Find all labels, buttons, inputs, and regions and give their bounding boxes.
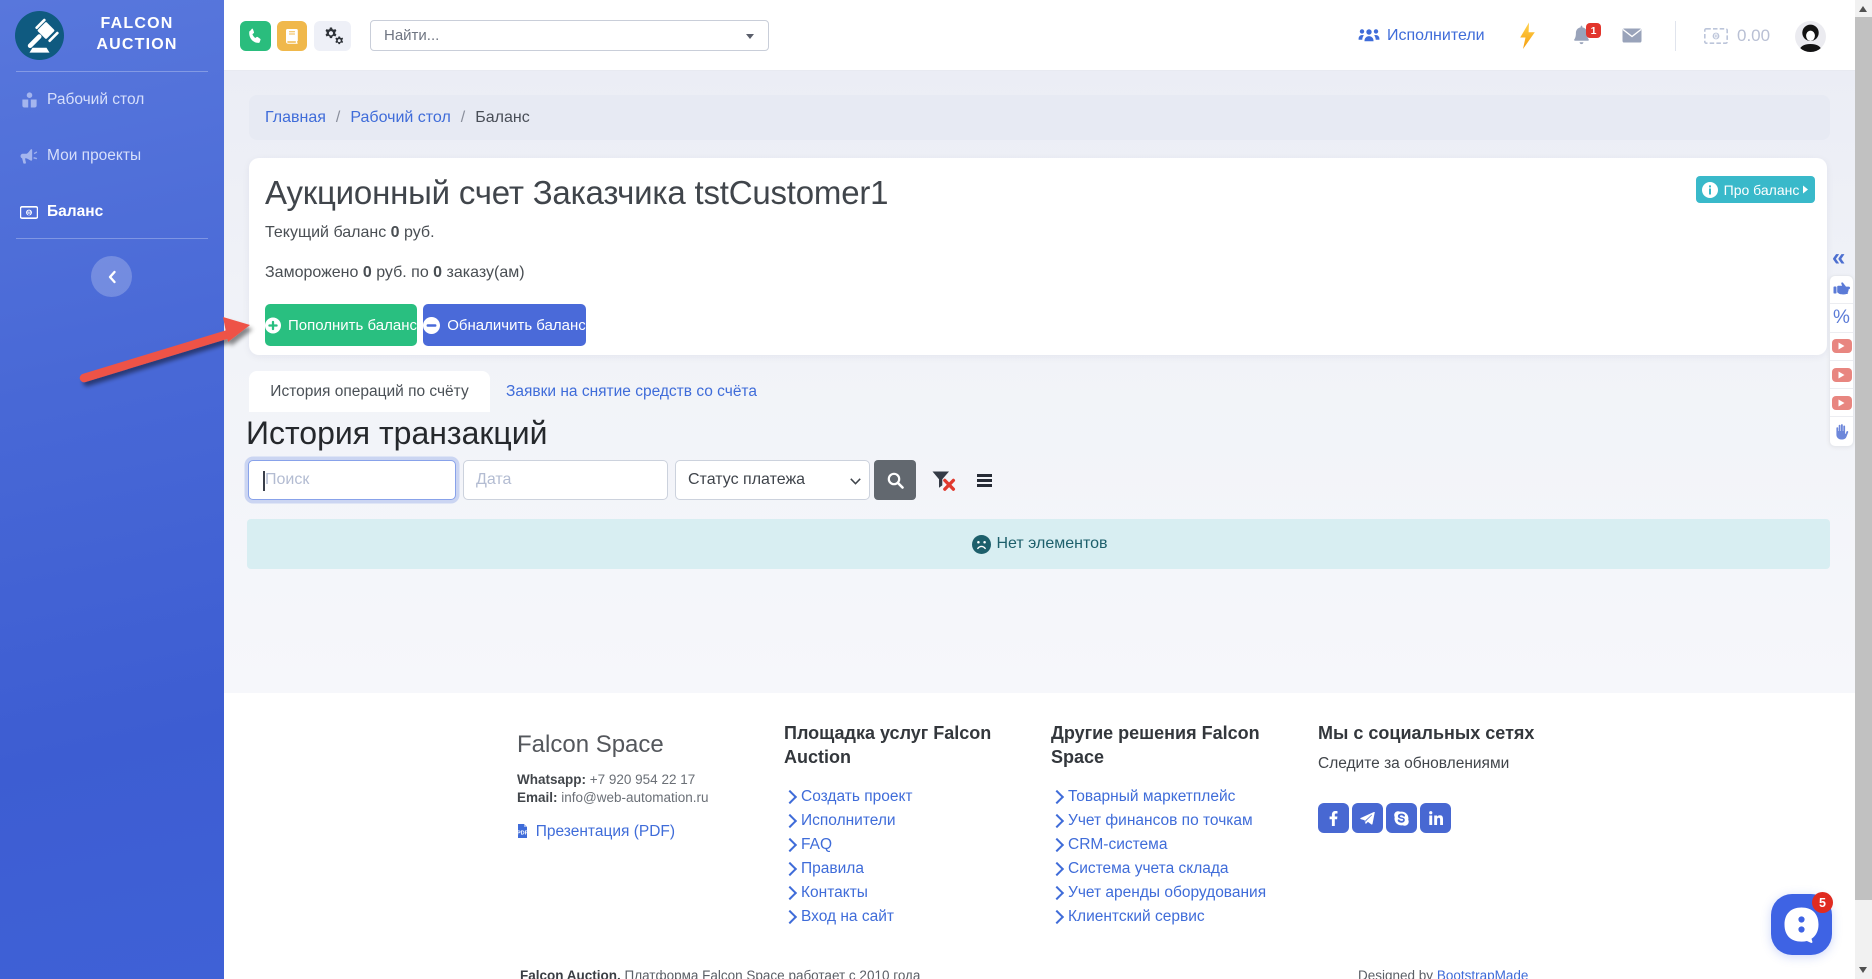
svg-text:0: 0 [27, 209, 31, 216]
svg-text:0: 0 [1714, 33, 1718, 40]
svg-text:PDF: PDF [517, 831, 528, 837]
